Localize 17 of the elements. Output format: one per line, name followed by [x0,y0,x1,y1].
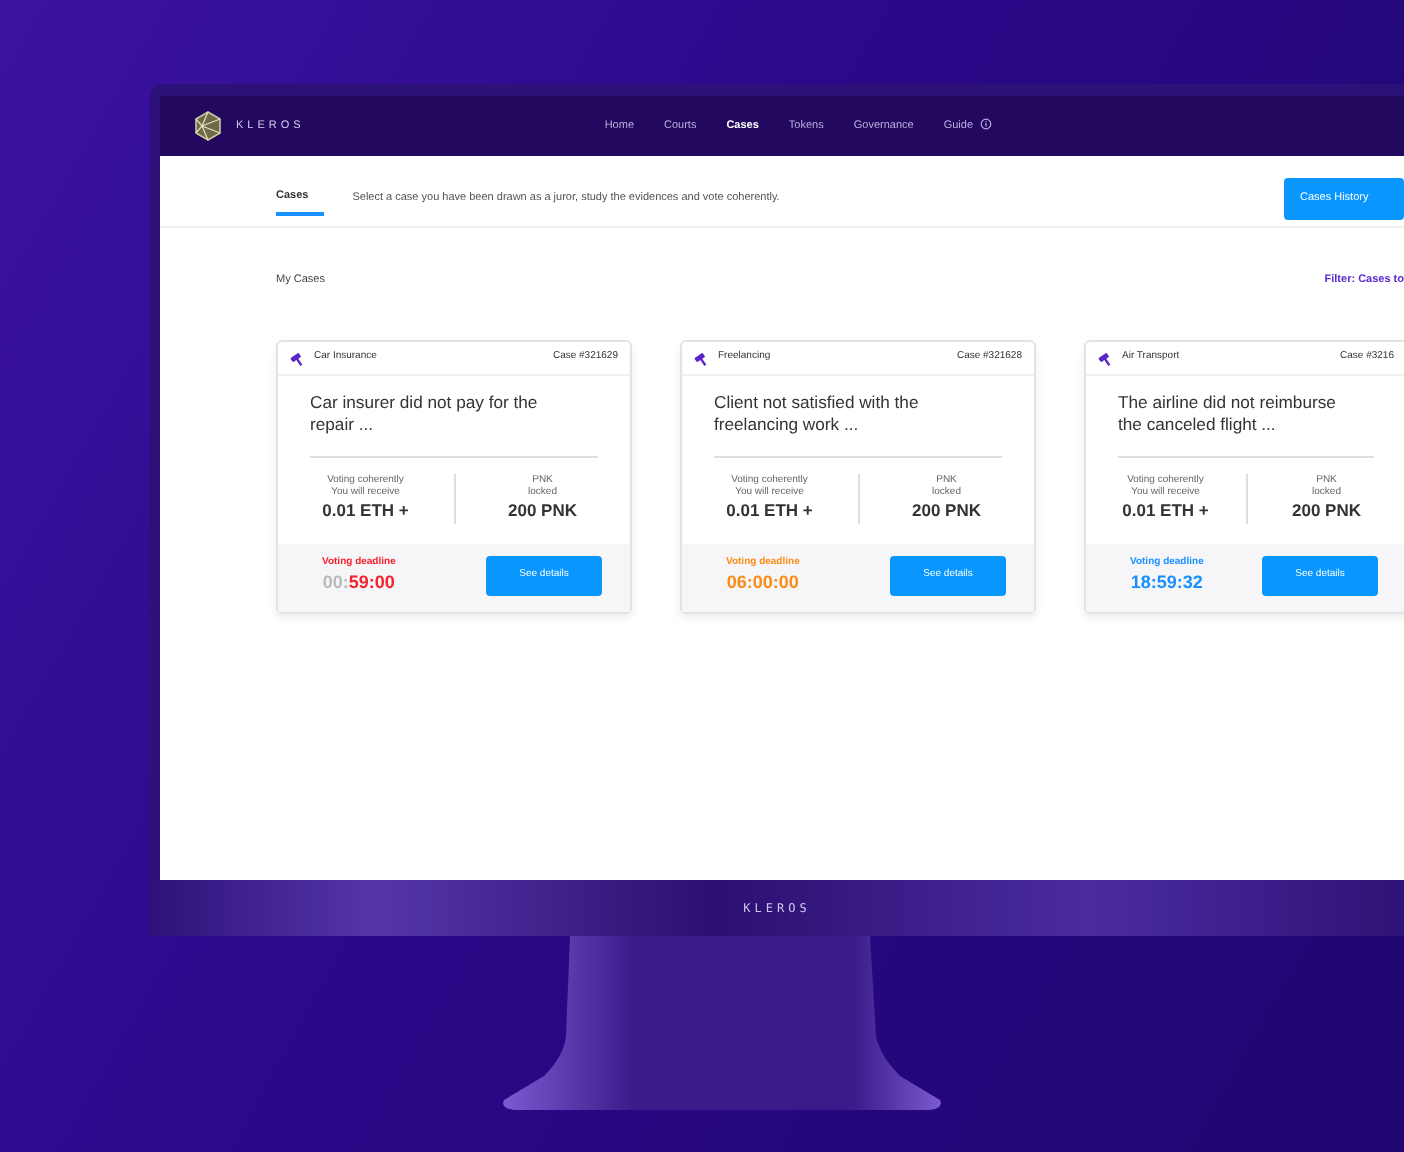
stake-value: 200 PNK [1292,497,1361,523]
deadline-time: 06:00:00 [726,570,799,596]
deadline-time: 59:00 [348,570,395,596]
deadline-time-faded: 00: [322,570,349,596]
reward-value: 0.01 ETH + [322,497,409,523]
gavel-icon [694,351,710,365]
gavel-icon [1098,351,1114,365]
stake-value: 200 PNK [508,497,577,523]
reward-value: 0.01 ETH + [1122,497,1209,523]
stake-value: 200 PNK [912,497,981,523]
deadline-time: 18:59:32 [1130,570,1203,596]
case-title: Client not satisfied with the freelancing work ... [712,389,921,438]
gavel-icon [290,351,306,365]
case-title: Car insurer did not pay for the repair ... [308,389,540,438]
reward-value: 0.01 ETH + [726,497,813,523]
case-title: The airline did not reimburse the canceled flight ... [1116,389,1338,438]
logo-icon [192,110,224,142]
